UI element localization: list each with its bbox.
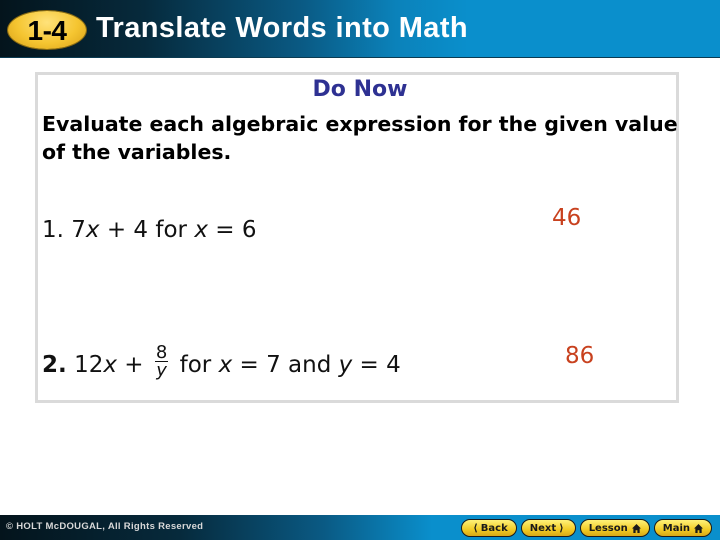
fraction: 8y bbox=[154, 344, 169, 381]
variable: x bbox=[85, 217, 100, 243]
variable: y bbox=[338, 352, 353, 378]
chevron-right-icon: ⟩ bbox=[559, 522, 564, 534]
page-title: Translate Words into Math bbox=[96, 12, 469, 44]
expr-text: 7 bbox=[71, 217, 86, 243]
problem-2: 2. 12x + 8y for x = 7 and y = 4 bbox=[42, 344, 401, 383]
expr-text: for bbox=[172, 352, 219, 378]
lesson-label: Lesson bbox=[588, 522, 628, 534]
expr-text: + bbox=[116, 352, 151, 378]
lesson-button[interactable]: Lesson bbox=[579, 519, 650, 537]
main-label: Main bbox=[662, 522, 690, 534]
variable: x bbox=[194, 217, 208, 243]
instructions-text: Evaluate each algebraic expression for t… bbox=[42, 112, 678, 164]
expr-text: = 4 bbox=[352, 352, 401, 378]
answer-2: 86 bbox=[565, 343, 595, 369]
header-bar: 1-4 Translate Words into Math bbox=[0, 0, 720, 58]
lesson-number-badge: 1-4 bbox=[8, 11, 86, 49]
expr-text: 12 bbox=[74, 352, 104, 378]
footer-bar: © HOLT McDOUGAL, All Rights Reserved ⟨ B… bbox=[0, 515, 720, 540]
section-heading: Do Now bbox=[312, 77, 408, 102]
main-button[interactable]: Main bbox=[653, 519, 712, 537]
copyright-text: © HOLT McDOUGAL, All Rights Reserved bbox=[6, 521, 204, 532]
home-icon bbox=[631, 523, 641, 533]
answer-1: 46 bbox=[552, 205, 582, 231]
variable: x bbox=[218, 352, 233, 378]
next-label: Next bbox=[529, 522, 557, 534]
problem-number: 2. bbox=[42, 352, 67, 378]
next-button[interactable]: Next ⟩ bbox=[520, 519, 576, 537]
chevron-left-icon: ⟨ bbox=[473, 522, 478, 534]
problem-1: 1. 7x + 4 for x = 6 bbox=[42, 217, 256, 243]
fraction-denominator: y bbox=[156, 360, 167, 381]
back-button[interactable]: ⟨ Back bbox=[461, 519, 517, 537]
variable: x bbox=[103, 352, 117, 378]
expr-text: = 7 and bbox=[232, 352, 339, 378]
expr-text: = 6 bbox=[207, 217, 257, 243]
expr-text: + 4 for bbox=[99, 217, 195, 243]
problem-number: 1. bbox=[42, 217, 64, 243]
back-label: Back bbox=[480, 522, 508, 534]
home-icon bbox=[694, 523, 703, 533]
lesson-number: 1-4 bbox=[27, 15, 67, 46]
nav-buttons: ⟨ Back Next ⟩ Lesson Main bbox=[461, 519, 712, 537]
